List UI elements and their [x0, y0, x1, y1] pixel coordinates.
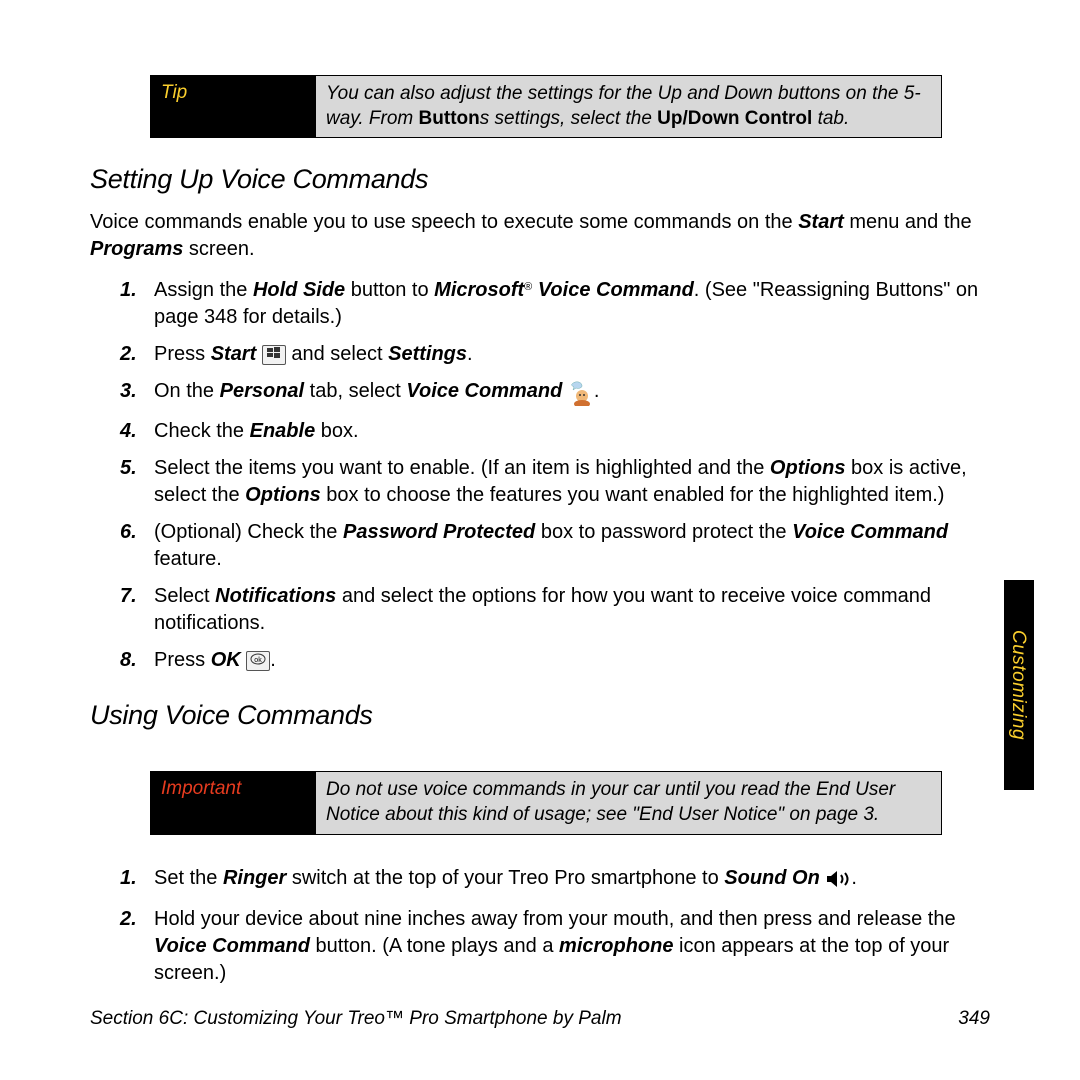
voice-command-icon	[568, 380, 594, 408]
footer-section: Section 6C: Customizing Your Treo™ Pro S…	[90, 1008, 622, 1030]
tip-label: Tip	[151, 76, 316, 137]
step-item: Select Notifications and select the opti…	[154, 583, 990, 637]
heading-setting-up: Setting Up Voice Commands	[90, 164, 990, 195]
step-item: Press Start and select Settings.	[154, 341, 990, 368]
svg-text:ok: ok	[255, 657, 263, 664]
intro-paragraph: Voice commands enable you to use speech …	[90, 209, 990, 263]
step-item: Hold your device about nine inches away …	[154, 906, 990, 987]
section-tab-label: Customizing	[1004, 580, 1032, 790]
step-item: (Optional) Check the Password Protected …	[154, 519, 990, 573]
important-callout: Important Do not use voice commands in y…	[150, 771, 942, 834]
ok-button-icon: ok	[246, 651, 270, 671]
steps-list-1: Assign the Hold Side button to Microsoft…	[90, 277, 990, 674]
step-item: Set the Ringer switch at the top of your…	[154, 865, 990, 896]
step-item: Press OK ok.	[154, 647, 990, 674]
step-item: Assign the Hold Side button to Microsoft…	[154, 277, 990, 331]
windows-start-icon	[262, 345, 286, 365]
section-tab: Customizing	[1004, 580, 1034, 790]
step-item: Check the Enable box.	[154, 418, 990, 445]
important-body: Do not use voice commands in your car un…	[316, 772, 941, 833]
heading-using: Using Voice Commands	[90, 700, 990, 731]
page-footer: Section 6C: Customizing Your Treo™ Pro S…	[90, 1008, 990, 1030]
steps-list-2: Set the Ringer switch at the top of your…	[90, 865, 990, 987]
step-item: On the Personal tab, select Voice Comman…	[154, 378, 990, 408]
footer-page-number: 349	[958, 1008, 990, 1030]
manual-page: Customizing Tip You can also adjust the …	[0, 0, 1080, 1080]
sound-on-icon	[825, 869, 851, 896]
step-item: Select the items you want to enable. (If…	[154, 455, 990, 509]
tip-callout: Tip You can also adjust the settings for…	[150, 75, 942, 138]
tip-body: You can also adjust the settings for the…	[316, 76, 941, 137]
important-label: Important	[151, 772, 316, 833]
